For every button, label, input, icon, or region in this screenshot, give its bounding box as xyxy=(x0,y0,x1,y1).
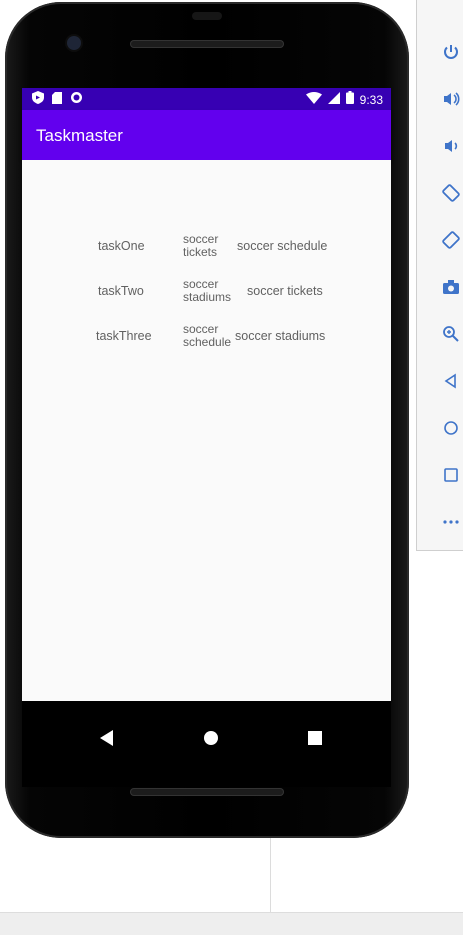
sync-icon xyxy=(70,91,83,109)
task-name: taskOne xyxy=(98,239,145,253)
phone-frame: 9:33 Taskmaster taskOne soccer tickets s… xyxy=(5,2,409,838)
task-row[interactable]: taskOne soccer tickets soccer schedule xyxy=(22,233,391,263)
emulator-toolbar xyxy=(416,0,463,551)
zoom-icon[interactable] xyxy=(439,322,463,346)
task-body: soccer stadiums xyxy=(183,278,232,302)
ide-bottom-bar xyxy=(0,912,463,935)
battery-icon xyxy=(345,91,354,109)
sd-card-icon xyxy=(52,91,62,109)
top-speaker xyxy=(130,40,284,48)
rotate-left-icon[interactable] xyxy=(439,181,463,205)
ide-divider xyxy=(270,830,271,912)
signal-icon xyxy=(327,91,340,109)
volume-down-icon[interactable] xyxy=(439,134,463,158)
task-name: taskTwo xyxy=(98,284,144,298)
nav-back-icon[interactable] xyxy=(95,726,119,750)
more-icon[interactable] xyxy=(439,510,463,534)
task-row[interactable]: taskThree soccer schedule soccer stadium… xyxy=(22,323,391,353)
app-bar: Taskmaster xyxy=(22,110,391,160)
task-body: soccer schedule xyxy=(183,323,232,347)
nav-home-icon[interactable] xyxy=(199,726,223,750)
task-name: taskThree xyxy=(96,329,152,343)
bottom-speaker xyxy=(130,788,284,796)
shield-icon xyxy=(32,91,44,109)
app-title: Taskmaster xyxy=(36,126,123,145)
status-bar: 9:33 xyxy=(22,88,391,110)
task-list: taskOne soccer tickets soccer schedule t… xyxy=(22,160,391,701)
android-nav-bar xyxy=(22,701,391,787)
home-icon[interactable] xyxy=(439,416,463,440)
power-icon[interactable] xyxy=(439,40,463,64)
back-icon[interactable] xyxy=(439,369,463,393)
nav-overview-icon[interactable] xyxy=(303,726,327,750)
volume-up-icon[interactable] xyxy=(439,87,463,111)
overview-icon[interactable] xyxy=(439,463,463,487)
rotate-right-icon[interactable] xyxy=(439,228,463,252)
screenshot-icon[interactable] xyxy=(439,275,463,299)
task-row[interactable]: taskTwo soccer stadiums soccer tickets xyxy=(22,278,391,308)
phone-sensor xyxy=(192,12,222,20)
phone-screen: 9:33 Taskmaster taskOne soccer tickets s… xyxy=(22,88,391,787)
status-time: 9:33 xyxy=(359,93,383,107)
task-state: soccer tickets xyxy=(247,284,323,298)
wifi-icon xyxy=(305,91,322,109)
front-camera xyxy=(67,36,81,50)
task-state: soccer schedule xyxy=(237,239,328,253)
task-body: soccer tickets xyxy=(183,233,219,257)
task-state: soccer stadiums xyxy=(235,329,326,343)
